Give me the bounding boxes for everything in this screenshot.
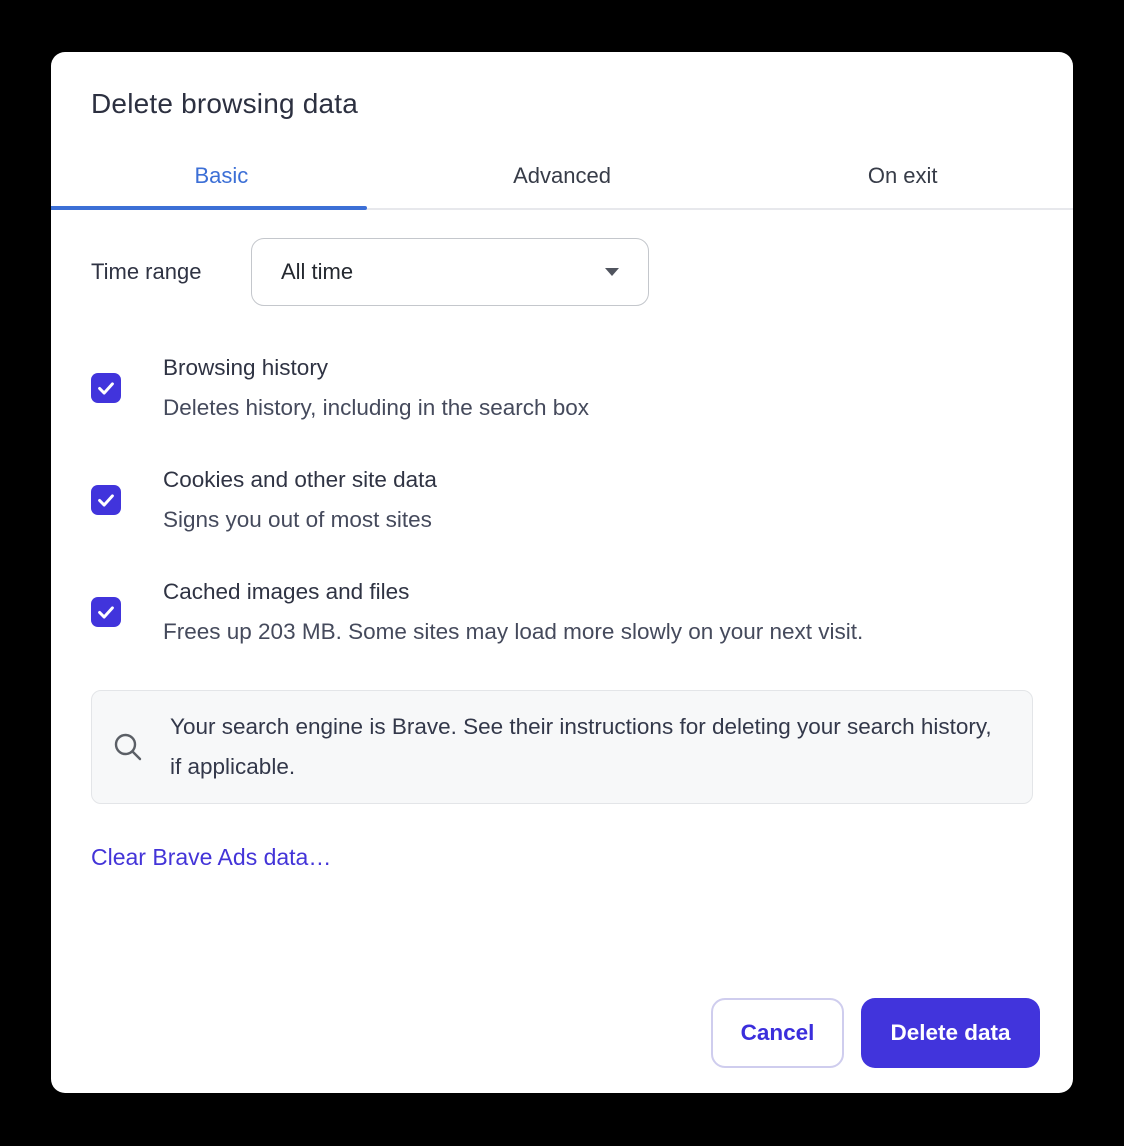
tab-on-exit[interactable]: On exit [732,144,1073,208]
search-icon [112,731,144,763]
cancel-button[interactable]: Cancel [711,998,844,1068]
browsing-history-row: Browsing history Deletes history, includ… [91,348,1033,428]
cached-images-row: Cached images and files Frees up 203 MB.… [91,572,1033,652]
dialog-content: Time range All time Browsing history Del… [51,238,1073,871]
search-engine-info-text: Your search engine is Brave. See their i… [170,707,992,787]
tab-bar: Basic Advanced On exit [51,144,1073,210]
chevron-down-icon [605,268,619,276]
cookies-row: Cookies and other site data Signs you ou… [91,460,1033,540]
checkbox-label: Browsing history [163,348,589,388]
checkbox-label: Cookies and other site data [163,460,437,500]
cached-images-checkbox[interactable] [91,597,121,627]
checkbox-description: Frees up 203 MB. Some sites may load mor… [163,612,863,652]
checkmark-icon [95,489,117,511]
time-range-select[interactable]: All time [251,238,649,306]
delete-data-button[interactable]: Delete data [861,998,1040,1068]
time-range-label: Time range [91,259,251,285]
checkbox-label: Cached images and files [163,572,863,612]
tab-advanced[interactable]: Advanced [392,144,733,208]
delete-browsing-data-dialog: Delete browsing data Basic Advanced On e… [51,52,1073,1093]
tab-basic[interactable]: Basic [51,144,392,208]
cookies-checkbox[interactable] [91,485,121,515]
dialog-buttons: Cancel Delete data [711,998,1040,1068]
checkmark-icon [95,377,117,399]
checkbox-description: Deletes history, including in the search… [163,388,589,428]
time-range-value: All time [281,259,353,285]
clear-brave-ads-data-link[interactable]: Clear Brave Ads data… [91,844,331,871]
active-tab-underline [51,206,367,210]
checkbox-description: Signs you out of most sites [163,500,437,540]
search-engine-info-box: Your search engine is Brave. See their i… [91,690,1033,804]
browsing-history-checkbox[interactable] [91,373,121,403]
dialog-title: Delete browsing data [91,88,1033,120]
checkmark-icon [95,601,117,623]
time-range-row: Time range All time [91,238,1033,306]
